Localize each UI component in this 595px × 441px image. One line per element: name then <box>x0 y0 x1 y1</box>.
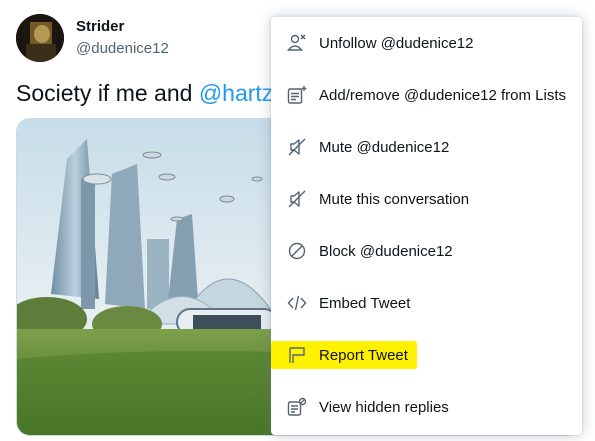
avatar-image <box>16 14 64 62</box>
menu-item-embed[interactable]: Embed Tweet <box>271 277 582 329</box>
menu-item-label: Add/remove @dudenice12 from Lists <box>319 86 567 104</box>
menu-item-label: Mute this conversation <box>319 190 470 208</box>
menu-item-report[interactable]: Report Tweet <box>271 329 582 381</box>
unfollow-icon <box>287 34 306 51</box>
tweet-options-menu: Unfollow @dudenice12 Add/remove @dudenic… <box>271 17 582 435</box>
avatar[interactable] <box>16 14 64 62</box>
menu-item-label: Mute @dudenice12 <box>319 138 450 156</box>
block-icon <box>288 242 306 260</box>
menu-item-mute-conversation[interactable]: Mute this conversation <box>271 173 582 225</box>
hidden-replies-icon <box>287 397 307 416</box>
list-add-icon <box>287 86 307 104</box>
menu-item-block[interactable]: Block @dudenice12 <box>271 225 582 277</box>
menu-item-label: View hidden replies <box>319 398 449 416</box>
display-name[interactable]: Strider <box>76 18 124 35</box>
menu-item-label: Report Tweet <box>319 346 408 364</box>
menu-item-label: Block @dudenice12 <box>319 242 453 260</box>
mute-conversation-icon <box>288 190 306 208</box>
mute-icon <box>288 138 306 156</box>
user-handle[interactable]: @dudenice12 <box>76 40 169 57</box>
report-flag-icon <box>289 347 305 363</box>
menu-item-label: Embed Tweet <box>319 294 411 312</box>
menu-item-label: Unfollow @dudenice12 <box>319 34 474 52</box>
menu-item-lists[interactable]: Add/remove @dudenice12 from Lists <box>271 69 582 121</box>
menu-item-unfollow[interactable]: Unfollow @dudenice12 <box>271 17 582 69</box>
mention-link[interactable]: @hartz <box>199 80 273 106</box>
tweet-text-prefix: Society if me and <box>16 80 199 106</box>
embed-icon <box>287 295 307 311</box>
menu-item-mute-user[interactable]: Mute @dudenice12 <box>271 121 582 173</box>
tweet-text: Society if me and @hartz <box>16 80 273 107</box>
menu-item-hidden-replies[interactable]: View hidden replies <box>271 381 582 433</box>
